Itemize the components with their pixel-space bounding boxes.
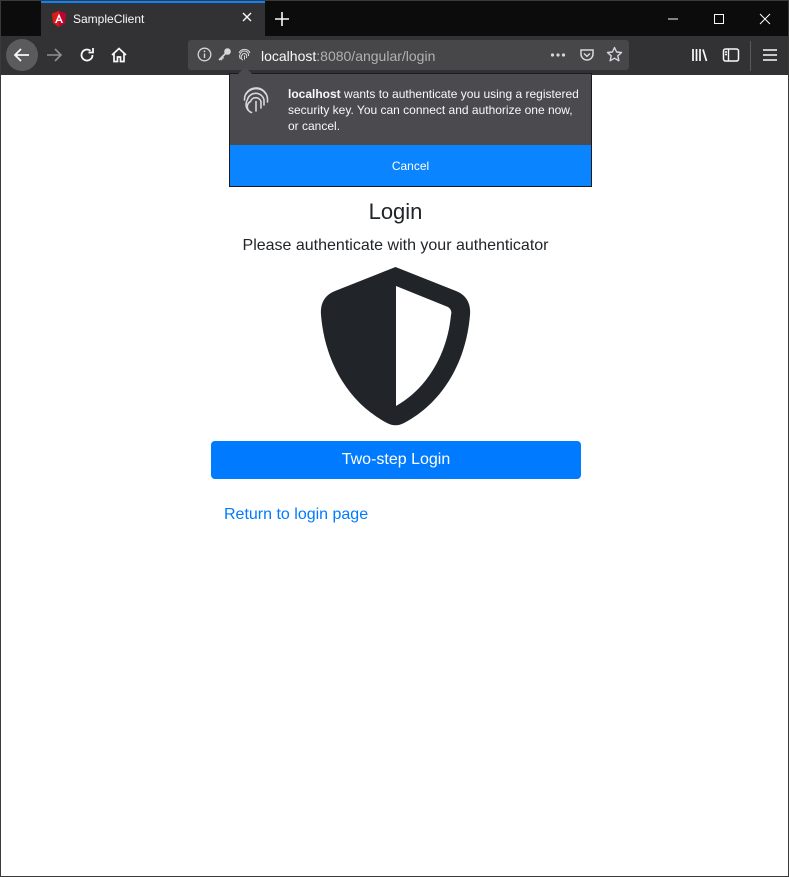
popup-host: localhost [288,87,341,101]
two-step-login-button[interactable]: Two-step Login [211,441,581,479]
bookmark-star-icon[interactable] [606,46,623,63]
navigation-bar: localhost:8080/angular/login [1,36,788,75]
fingerprint-icon [243,87,269,114]
maximize-button[interactable] [696,1,742,36]
sidebar-button[interactable] [715,39,747,71]
security-key-prompt: localhost wants to authenticate you usin… [229,67,592,187]
url-path: :8080/angular/login [316,48,436,64]
pocket-icon[interactable] [579,47,595,63]
new-tab-icon[interactable] [271,8,293,30]
library-button[interactable] [684,39,716,71]
library-icon [692,49,708,62]
back-button[interactable] [6,39,38,71]
url-text[interactable]: localhost:8080/angular/login [261,48,435,64]
page-title: Login [368,199,423,224]
browser-window: SampleClient localhost:8080/angular/logi… [0,0,789,877]
sidebar-icon [722,48,740,62]
return-to-login-link[interactable]: Return to login page [224,506,368,524]
info-icon[interactable] [197,47,212,62]
fingerprint-icon[interactable] [237,47,252,62]
menu-button[interactable] [754,39,786,71]
tab-title: SampleClient [73,12,145,26]
url-host: localhost [261,48,317,64]
page-subtitle: Please authenticate with your authentica… [242,237,549,254]
arrow-left-icon [13,48,29,62]
popup-cancel-button[interactable]: Cancel [230,145,591,186]
minimize-icon [668,18,678,19]
home-icon [111,47,127,63]
reload-icon [80,48,94,62]
toolbar-separator [750,41,751,71]
more-actions-icon[interactable] [550,48,566,62]
close-icon [759,13,771,24]
angular-icon [52,11,66,27]
reload-button[interactable] [71,39,103,71]
key-icon[interactable] [217,47,232,62]
tab-sampleclient[interactable]: SampleClient [41,1,265,36]
arrow-right-icon [47,48,63,62]
hamburger-menu-icon [763,49,777,61]
close-tab-icon[interactable] [239,9,255,25]
maximize-icon [714,13,724,24]
shield-icon [320,267,471,426]
url-bar[interactable]: localhost:8080/angular/login [188,40,629,70]
minimize-button[interactable] [650,1,696,36]
forward-button[interactable] [38,39,70,71]
popup-arrow [238,67,252,74]
close-window-button[interactable] [742,1,788,36]
tab-strip: SampleClient [1,1,788,36]
home-button[interactable] [103,39,135,71]
popup-message: localhost wants to authenticate you usin… [288,86,584,134]
